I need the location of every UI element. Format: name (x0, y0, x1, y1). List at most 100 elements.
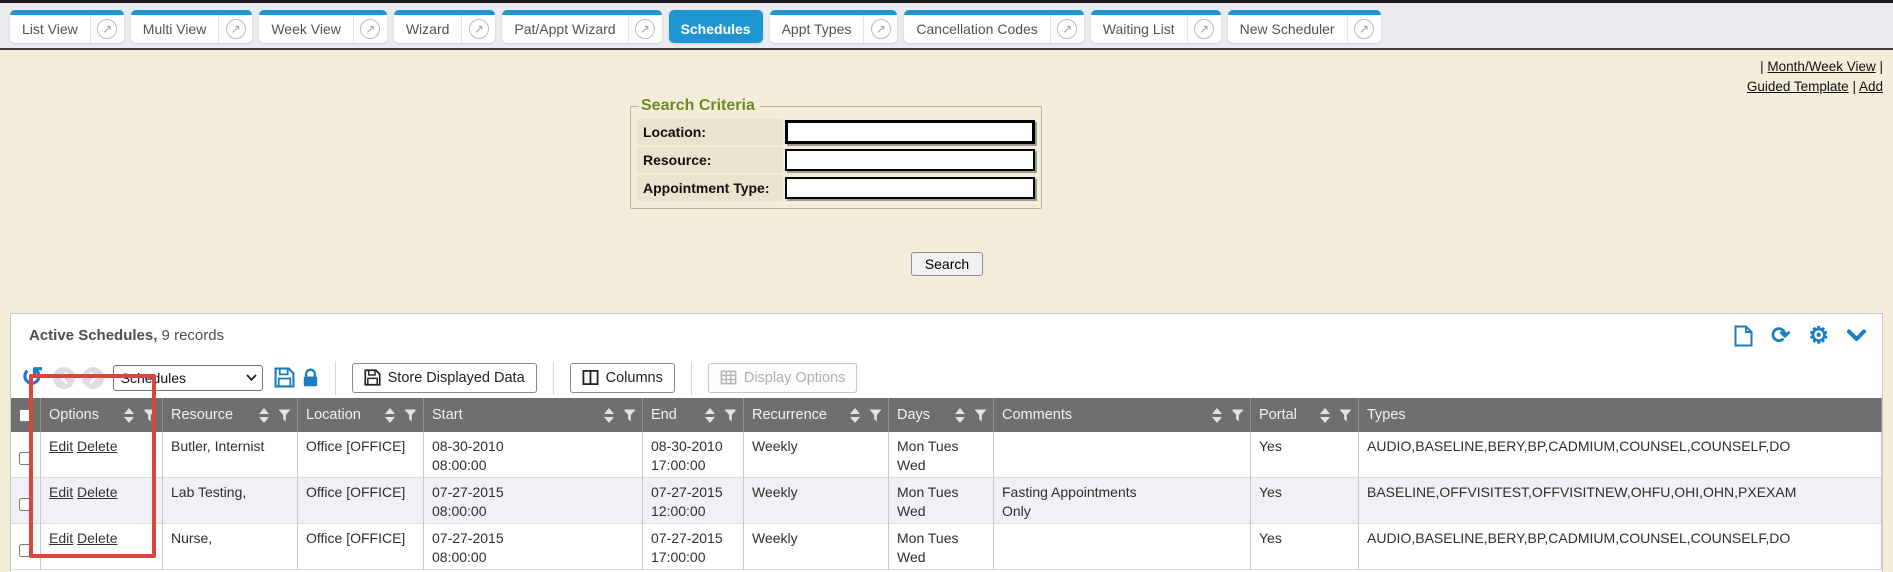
row-checkbox[interactable] (19, 439, 32, 478)
appointment-type-input[interactable] (785, 177, 1035, 199)
appointment-type-label: Appointment Type: (637, 175, 783, 201)
external-link-icon[interactable]: ↗ (1050, 15, 1084, 43)
sort-icon[interactable] (1320, 408, 1330, 423)
column-header-start[interactable]: Start (424, 398, 643, 432)
panel-title-bold: Active Schedules, (29, 327, 157, 344)
new-document-icon[interactable] (1734, 325, 1753, 347)
columns-label: Columns (606, 370, 663, 386)
tab-cancellation-codes[interactable]: Cancellation Codes↗ (904, 10, 1083, 43)
external-link-icon[interactable]: ↗ (461, 15, 495, 43)
column-header-options[interactable]: Options (41, 398, 163, 432)
search-row-appointment-type: Appointment Type: (637, 175, 1035, 201)
filter-icon[interactable] (974, 409, 987, 422)
panel-header: Active Schedules, 9 records ⟳ ⚙ (11, 314, 1882, 357)
column-header-days[interactable]: Days (889, 398, 994, 432)
edit-link[interactable]: Edit (49, 438, 73, 454)
edit-link[interactable]: Edit (49, 530, 73, 546)
column-header-comments[interactable]: Comments (994, 398, 1251, 432)
delete-link[interactable]: Delete (77, 438, 117, 454)
column-header-recurrence[interactable]: Recurrence (744, 398, 889, 432)
add-link[interactable]: Add (1859, 79, 1883, 94)
filter-icon[interactable] (1339, 409, 1352, 422)
month-week-view-link[interactable]: Month/Week View (1767, 59, 1875, 74)
filter-icon[interactable] (869, 409, 882, 422)
cell-types: AUDIO,BASELINE,BERY,BP,CADMIUM,COUNSEL,C… (1359, 432, 1882, 478)
filter-icon[interactable] (278, 409, 291, 422)
external-link-icon[interactable]: ↗ (1347, 15, 1381, 43)
save-view-icon[interactable] (274, 367, 295, 388)
guided-template-link[interactable]: Guided Template (1747, 79, 1849, 94)
external-link-icon[interactable]: ↗ (863, 15, 897, 43)
tab-new-scheduler[interactable]: New Scheduler↗ (1228, 10, 1381, 43)
back-circle-button[interactable] (53, 367, 75, 389)
refresh-icon[interactable]: ⟳ (1771, 324, 1790, 347)
store-displayed-data-button[interactable]: Store Displayed Data (352, 363, 537, 393)
filter-icon[interactable] (724, 409, 737, 422)
external-link-icon[interactable]: ↗ (353, 15, 387, 43)
saved-view-select[interactable]: Schedules (113, 365, 263, 391)
location-input[interactable] (785, 120, 1035, 144)
display-options-grid-icon (720, 369, 737, 386)
tab-week-view[interactable]: Week View↗ (259, 10, 387, 43)
save-icon (364, 369, 381, 386)
sort-icon[interactable] (955, 408, 965, 423)
resource-input[interactable] (785, 149, 1035, 171)
cell-types: BASELINE,OFFVISITEST,OFFVISITNEW,OHFU,OH… (1359, 478, 1882, 524)
tab-label: Week View (259, 15, 353, 43)
column-header-resource[interactable]: Resource (163, 398, 298, 432)
column-header-types[interactable]: Types (1359, 398, 1882, 432)
external-link-icon[interactable]: ↗ (1187, 15, 1221, 43)
lock-icon[interactable] (302, 368, 319, 388)
column-label: Recurrence (752, 407, 827, 423)
sort-icon[interactable] (259, 408, 269, 423)
external-link-icon[interactable]: ↗ (628, 15, 662, 43)
row-checkbox[interactable] (19, 485, 32, 524)
search-button[interactable]: Search (911, 252, 983, 276)
undo-icon[interactable]: ↺ (21, 364, 44, 391)
tab-multi-view[interactable]: Multi View↗ (131, 10, 253, 43)
row-checkbox[interactable] (19, 531, 32, 570)
tab-label: Appt Types (770, 15, 864, 43)
filter-icon[interactable] (1231, 409, 1244, 422)
columns-button[interactable]: Columns (570, 363, 675, 393)
sort-icon[interactable] (604, 408, 614, 423)
external-link-icon[interactable]: ↗ (218, 15, 252, 43)
store-displayed-data-label: Store Displayed Data (388, 370, 525, 386)
column-label: Start (432, 407, 463, 423)
table-row: Edit DeleteNurse,Office [OFFICE]07-27-20… (11, 524, 1882, 570)
tab-schedules[interactable]: Schedules (669, 10, 763, 43)
tab-waiting-list[interactable]: Waiting List↗ (1091, 10, 1221, 43)
column-header-end[interactable]: End (643, 398, 744, 432)
quick-links-line1: | Month/Week View | (1747, 57, 1883, 77)
delete-link[interactable]: Delete (77, 530, 117, 546)
filter-icon[interactable] (143, 409, 156, 422)
edit-link[interactable]: Edit (49, 484, 73, 500)
filter-icon[interactable] (623, 409, 636, 422)
sort-icon[interactable] (850, 408, 860, 423)
cell-select (11, 432, 41, 478)
sort-icon[interactable] (705, 408, 715, 423)
display-options-button[interactable]: Display Options (708, 363, 858, 393)
sort-icon[interactable] (1212, 408, 1222, 423)
forward-circle-button[interactable] (82, 367, 104, 389)
gear-icon[interactable]: ⚙ (1808, 324, 1829, 347)
sort-icon[interactable] (124, 408, 134, 423)
tab-list-view[interactable]: List View↗ (10, 10, 124, 43)
filter-icon[interactable] (404, 409, 417, 422)
sort-icon[interactable] (385, 408, 395, 423)
external-link-icon[interactable]: ↗ (90, 15, 124, 43)
cell-location: Office [OFFICE] (298, 478, 424, 524)
tab-wizard[interactable]: Wizard↗ (394, 10, 496, 43)
table-row: Edit DeleteLab Testing,Office [OFFICE]07… (11, 478, 1882, 524)
column-header-location[interactable]: Location (298, 398, 424, 432)
nav-divider (0, 48, 1893, 50)
collapse-chevron-icon[interactable] (1847, 329, 1866, 342)
column-header-portal[interactable]: Portal (1251, 398, 1359, 432)
tab-appt-types[interactable]: Appt Types↗ (770, 10, 898, 43)
column-header-select-all[interactable] (11, 398, 41, 432)
delete-link[interactable]: Delete (77, 484, 117, 500)
tab-pat-appt-wizard[interactable]: Pat/Appt Wizard↗ (502, 10, 661, 43)
select-all-checkbox[interactable] (19, 409, 32, 422)
column-label: End (651, 407, 677, 423)
table-row: Edit DeleteButler, InternistOffice [OFFI… (11, 432, 1882, 478)
